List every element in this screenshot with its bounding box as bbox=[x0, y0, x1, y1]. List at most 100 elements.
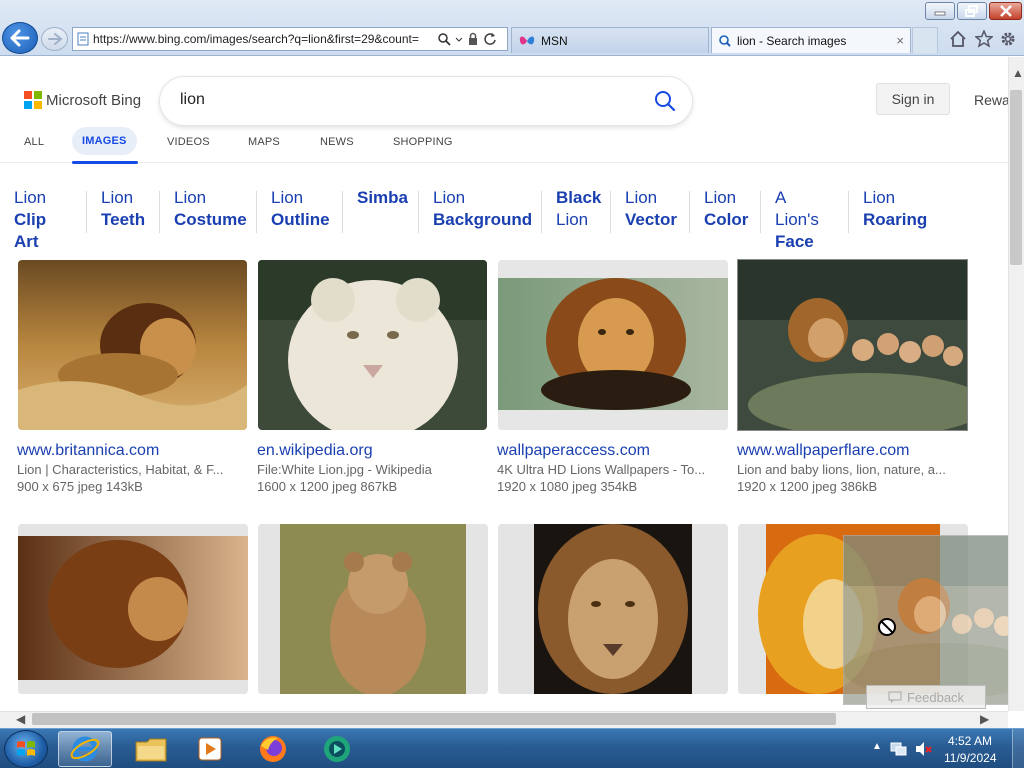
taskbar: ▲ 4:52 AM 11/9/2024 bbox=[0, 728, 1024, 768]
lion-and-cubs-image bbox=[738, 260, 967, 430]
tab-all[interactable]: ALL bbox=[24, 136, 44, 148]
search-icon[interactable] bbox=[437, 32, 451, 46]
chip-lion-costume[interactable]: Lion Costume bbox=[160, 187, 247, 235]
lion-cub-image bbox=[258, 524, 488, 694]
feedback-icon bbox=[888, 691, 902, 703]
chip-lion-outline[interactable]: Lion Outline bbox=[257, 187, 330, 235]
lion-and-cubs-image bbox=[844, 536, 1023, 704]
scroll-up-icon[interactable]: ▲ bbox=[1012, 66, 1024, 80]
vertical-scroll-thumb[interactable] bbox=[1010, 90, 1022, 265]
new-tab-button[interactable] bbox=[912, 27, 938, 53]
tab-news[interactable]: NEWS bbox=[320, 136, 354, 148]
result-image[interactable] bbox=[258, 524, 488, 694]
clock-date[interactable]: 11/9/2024 bbox=[944, 751, 997, 765]
chip-lion-teeth[interactable]: Lion Teeth bbox=[87, 187, 145, 235]
result-title[interactable]: File:White Lion.jpg - Wikipedia bbox=[257, 462, 487, 477]
result-host[interactable]: www.wallpaperflare.com bbox=[737, 442, 910, 460]
logo-text: Microsoft Bing bbox=[46, 91, 142, 109]
result-image[interactable] bbox=[18, 524, 248, 694]
feedback-button[interactable]: Feedback bbox=[866, 685, 986, 709]
search-icon[interactable] bbox=[654, 90, 676, 112]
address-text[interactable]: https://www.bing.com/images/search?q=lio… bbox=[93, 32, 433, 46]
media-player-icon bbox=[198, 737, 222, 761]
home-icon bbox=[950, 30, 966, 47]
close-window-button[interactable] bbox=[989, 2, 1022, 20]
tab-shopping[interactable]: SHOPPING bbox=[393, 136, 453, 148]
search-icon bbox=[719, 34, 731, 47]
back-arrow-icon bbox=[10, 29, 30, 47]
result-meta: 1920 x 1080 jpeg 354kB bbox=[497, 479, 638, 494]
taskbar-file-explorer[interactable] bbox=[124, 731, 178, 767]
sign-in-button[interactable]: Sign in bbox=[876, 83, 950, 115]
app-icon bbox=[324, 736, 350, 762]
scroll-right-icon[interactable]: ▶ bbox=[980, 712, 989, 726]
tab-videos[interactable]: VIDEOS bbox=[167, 136, 210, 148]
search-nav: ALL IMAGES VIDEOS MAPS NEWS SHOPPING bbox=[0, 127, 1008, 164]
tab-close-icon[interactable]: × bbox=[896, 33, 904, 48]
chip-a-lions-face[interactable]: A Lion's Face bbox=[761, 187, 819, 251]
start-button[interactable] bbox=[4, 730, 48, 768]
home-button[interactable] bbox=[948, 29, 968, 49]
bing-logo[interactable]: Microsoft Bing bbox=[24, 91, 141, 109]
show-desktop-button[interactable] bbox=[1012, 729, 1024, 768]
taskbar-app[interactable] bbox=[310, 731, 364, 767]
close-icon bbox=[999, 5, 1012, 17]
chip-lion-roaring[interactable]: Lion Roaring bbox=[849, 187, 927, 235]
refresh-icon[interactable] bbox=[483, 32, 497, 46]
folder-icon bbox=[135, 738, 167, 762]
favorites-button[interactable] bbox=[974, 29, 994, 49]
restore-button[interactable] bbox=[957, 2, 987, 20]
result-title[interactable]: Lion and baby lions, lion, nature, a... bbox=[737, 462, 967, 477]
result-image[interactable] bbox=[258, 260, 487, 430]
chip-lion-vector[interactable]: Lion Vector bbox=[611, 187, 677, 235]
result-meta: 900 x 675 jpeg 143kB bbox=[17, 479, 143, 494]
result-image[interactable] bbox=[498, 260, 728, 430]
feedback-label: Feedback bbox=[906, 689, 965, 705]
drag-ghost-image bbox=[843, 535, 1024, 705]
lock-icon[interactable] bbox=[467, 32, 479, 46]
result-title[interactable]: 4K Ultra HD Lions Wallpapers - To... bbox=[497, 462, 727, 477]
scroll-left-icon[interactable]: ◀ bbox=[16, 712, 25, 726]
white-lion-image bbox=[258, 260, 487, 430]
chip-simba[interactable]: Simba bbox=[343, 187, 408, 235]
address-bar[interactable]: https://www.bing.com/images/search?q=lio… bbox=[72, 27, 508, 51]
tab-msn[interactable]: MSN bbox=[511, 27, 709, 53]
network-icon[interactable] bbox=[890, 741, 908, 757]
system-tray: ▲ bbox=[862, 729, 1024, 768]
tab-images[interactable]: IMAGES bbox=[72, 127, 137, 155]
no-drop-icon bbox=[878, 618, 896, 636]
taskbar-internet-explorer[interactable] bbox=[58, 731, 112, 767]
rewards-link[interactable]: Rewa bbox=[974, 92, 1008, 108]
search-box[interactable] bbox=[160, 77, 692, 125]
result-host[interactable]: www.britannica.com bbox=[17, 442, 159, 460]
taskbar-media-player[interactable] bbox=[183, 731, 237, 767]
result-image[interactable] bbox=[498, 524, 728, 694]
lion-in-grass-image bbox=[18, 260, 247, 430]
result-image[interactable] bbox=[18, 260, 247, 430]
taskbar-firefox[interactable] bbox=[246, 731, 300, 767]
tools-button[interactable] bbox=[998, 29, 1018, 49]
clock-time[interactable]: 4:52 AM bbox=[948, 734, 992, 748]
back-button[interactable] bbox=[2, 22, 38, 54]
forward-button[interactable] bbox=[41, 27, 68, 51]
search-input[interactable] bbox=[180, 91, 620, 109]
windows-logo-icon bbox=[17, 741, 35, 756]
chevron-down-icon[interactable] bbox=[455, 32, 463, 46]
result-host[interactable]: en.wikipedia.org bbox=[257, 442, 373, 460]
result-host[interactable]: wallpaperaccess.com bbox=[497, 442, 650, 460]
tab-lion-search-images[interactable]: lion - Search images × bbox=[711, 27, 911, 53]
tab-label: MSN bbox=[541, 33, 568, 48]
chip-black-lion[interactable]: Black Lion bbox=[542, 187, 601, 235]
volume-muted-icon[interactable] bbox=[914, 741, 932, 757]
horizontal-scroll-thumb[interactable] bbox=[32, 713, 836, 725]
result-image[interactable] bbox=[737, 259, 968, 431]
minimize-button[interactable] bbox=[925, 2, 955, 20]
chip-lion-clip-art[interactable]: Lion Clip Art bbox=[0, 187, 46, 251]
chip-lion-background[interactable]: Lion Background bbox=[419, 187, 532, 235]
tab-maps[interactable]: MAPS bbox=[248, 136, 280, 148]
result-title[interactable]: Lion | Characteristics, Habitat, & F... bbox=[17, 462, 247, 477]
chip-lion-color[interactable]: Lion Color bbox=[690, 187, 748, 235]
show-hidden-icons[interactable]: ▲ bbox=[872, 741, 882, 752]
lion-mane-wind-image bbox=[18, 524, 248, 694]
restore-icon bbox=[965, 5, 978, 17]
